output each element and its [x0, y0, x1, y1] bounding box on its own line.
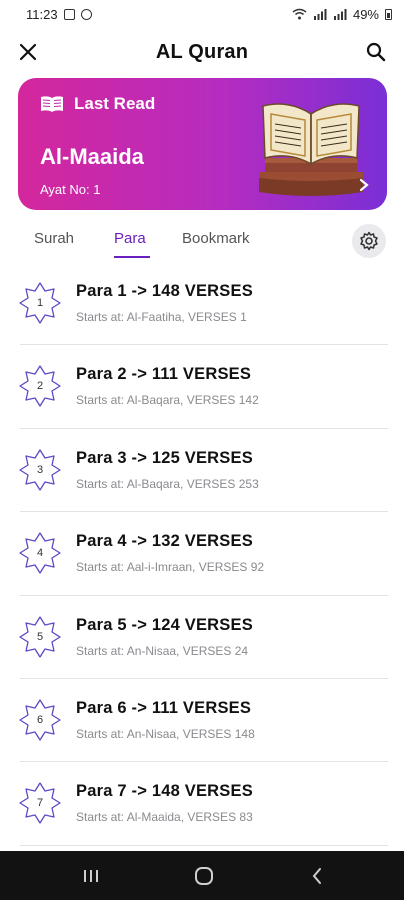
- status-left: 11:23: [26, 7, 92, 22]
- last-read-header: Last Read: [40, 94, 155, 114]
- battery-icon: [385, 8, 392, 20]
- last-read-label: Last Read: [74, 94, 156, 113]
- para-number: 3: [36, 463, 44, 476]
- para-number-badge: 1: [19, 282, 61, 324]
- list-item[interactable]: 3 Para 3 -> 125 VERSES Starts at: Al-Baq…: [0, 429, 404, 513]
- whatsapp-notification-icon: [80, 8, 92, 20]
- back-icon: [312, 868, 321, 884]
- signal-icon: [313, 9, 327, 20]
- list-item[interactable]: 7 Para 7 -> 148 VERSES Starts at: Al-Maa…: [0, 762, 404, 847]
- para-title: Para 7 -> 148 VERSES: [76, 782, 253, 801]
- para-subtitle: Starts at: Al-Baqara, VERSES 253: [76, 476, 259, 491]
- para-subtitle: Starts at: Aal-i-Imraan, VERSES 92: [76, 560, 265, 575]
- para-title: Para 1 -> 148 VERSES: [76, 282, 253, 300]
- para-title: Para 6 -> 111 VERSES: [76, 698, 252, 717]
- signal-icon-2: [333, 9, 347, 20]
- search-button[interactable]: [360, 36, 392, 68]
- para-subtitle: Starts at: Al-Baqara, VERSES 142: [76, 393, 259, 408]
- para-list: 1 Para 1 -> 148 VERSES Starts at: Al-Faa…: [0, 262, 404, 847]
- list-item[interactable]: 4 Para 4 -> 132 VERSES Starts at: Aal-i-…: [0, 512, 404, 596]
- status-right: 49%: [292, 7, 392, 22]
- list-item[interactable]: 2 Para 2 -> 111 VERSES Starts at: Al-Baq…: [0, 345, 404, 430]
- app-bar: AL Quran: [0, 28, 404, 76]
- recents-button[interactable]: [78, 863, 104, 889]
- para-number: 6: [36, 713, 44, 726]
- para-number: 2: [36, 380, 44, 393]
- settings-button[interactable]: [352, 224, 386, 258]
- para-subtitle: Starts at: Al-Faatiha, VERSES 1: [76, 310, 247, 324]
- home-icon: [195, 867, 213, 885]
- para-subtitle: Starts at: An-Nisaa, VERSES 148: [76, 726, 255, 741]
- para-number: 4: [36, 547, 44, 560]
- tab-para[interactable]: Para: [114, 230, 146, 247]
- list-item[interactable]: 5 Para 5 -> 124 VERSES Starts at: An-Nis…: [0, 596, 404, 680]
- list-item[interactable]: 6 Para 6 -> 111 VERSES Starts at: An-Nis…: [0, 679, 404, 763]
- list-item[interactable]: 1 Para 1 -> 148 VERSES Starts at: Al-Faa…: [0, 262, 404, 346]
- gallery-notification-icon: [63, 8, 75, 20]
- quran-book-illustration: [259, 103, 363, 196]
- para-number: 5: [36, 630, 44, 643]
- tab-bar: Surah Para Bookmark: [0, 222, 404, 262]
- para-subtitle: Starts at: Al-Maaida, VERSES 83: [76, 810, 253, 825]
- page-title: AL Quran: [155, 40, 249, 63]
- para-number-badge: 2: [19, 365, 61, 408]
- close-button[interactable]: [12, 36, 44, 68]
- gear-icon: [360, 231, 378, 251]
- chevron-right-icon: [359, 178, 369, 192]
- status-bar: 11:23 49%: [0, 0, 404, 28]
- recents-icon: [84, 870, 98, 882]
- para-subtitle: Starts at: An-Nisaa, VERSES 24: [76, 643, 249, 658]
- close-icon: [19, 43, 37, 61]
- para-title: Para 5 -> 124 VERSES: [76, 615, 253, 634]
- para-title: Para 2 -> 111 VERSES: [76, 365, 252, 384]
- para-number: 7: [36, 797, 44, 810]
- system-nav-bar: [0, 851, 404, 900]
- para-title: Para 4 -> 132 VERSES: [76, 532, 253, 551]
- para-number-badge: 7: [19, 782, 61, 824]
- home-button[interactable]: [191, 863, 217, 889]
- para-title: Para 3 -> 125 VERSES: [76, 448, 253, 467]
- back-button[interactable]: [304, 863, 330, 889]
- para-number-badge: 6: [19, 699, 61, 741]
- battery-percent: 49%: [352, 6, 379, 22]
- para-number-badge: 3: [19, 449, 61, 491]
- tab-bookmark[interactable]: Bookmark: [182, 230, 250, 247]
- wifi-icon: [292, 8, 307, 20]
- tab-active-indicator: [114, 256, 150, 258]
- status-time: 11:23: [26, 6, 58, 22]
- last-read-ayat: Ayat No: 1: [40, 182, 101, 197]
- para-number-badge: 5: [19, 615, 61, 658]
- last-read-arrow-button[interactable]: [355, 176, 373, 194]
- last-read-surah: Al-Maaida: [40, 144, 144, 169]
- para-number-badge: 4: [19, 532, 61, 574]
- tab-surah[interactable]: Surah: [34, 230, 74, 247]
- open-book-icon: [41, 96, 63, 112]
- para-number: 1: [36, 297, 44, 309]
- search-icon: [366, 42, 386, 62]
- last-read-card[interactable]: Last Read Al-Maaida Ayat No: 1: [18, 78, 387, 210]
